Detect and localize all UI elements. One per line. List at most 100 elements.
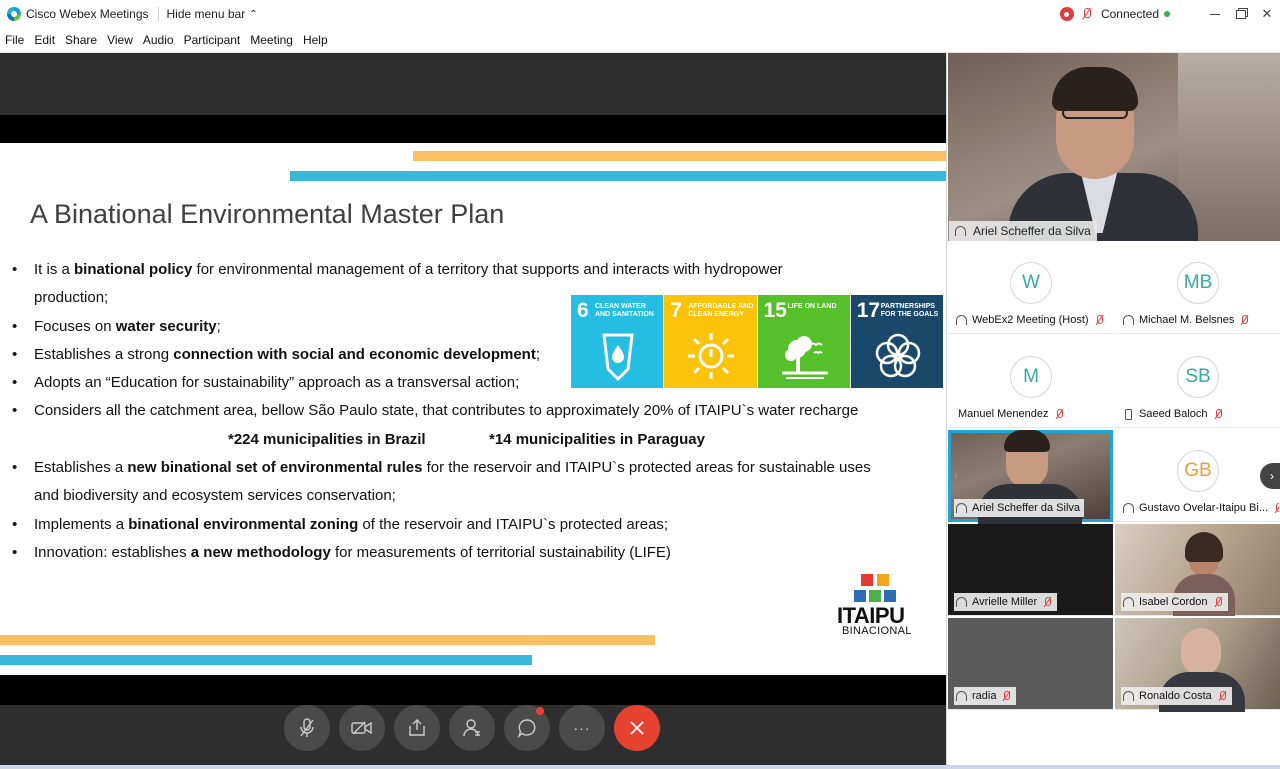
menu-view[interactable]: View xyxy=(107,33,133,47)
participant-tile[interactable]: W WebEx2 Meeting (Host) xyxy=(948,242,1113,334)
slide-title: A Binational Environmental Master Plan xyxy=(30,199,505,229)
participant-tile[interactable]: Isabel Cordon xyxy=(1115,524,1280,616)
title-bar: Cisco Webex Meetings Hide menu bar ⌃ Con… xyxy=(0,0,1280,28)
headset-icon xyxy=(956,315,967,325)
end-meeting-button[interactable] xyxy=(614,705,660,751)
water-glass-icon xyxy=(602,333,634,381)
recording-icon[interactable] xyxy=(1059,7,1074,21)
share-screen-icon xyxy=(409,719,425,736)
participant-name: Ariel Scheffer da Silva xyxy=(954,499,1085,517)
slide-decor-orange-top xyxy=(413,151,946,161)
headset-icon xyxy=(956,597,967,607)
participant-tile[interactable]: Avrielle Miller xyxy=(948,524,1113,616)
avatar: W xyxy=(1010,262,1052,304)
webex-logo-icon xyxy=(7,7,21,21)
participant-hair xyxy=(1185,532,1223,562)
menu-edit[interactable]: Edit xyxy=(34,33,55,47)
bullet-item: It is a binational policy for environmen… xyxy=(12,256,932,285)
close-button[interactable]: ✕ xyxy=(1254,0,1280,28)
participant-tile[interactable]: M Manuel Menendez xyxy=(948,336,1113,428)
sdg-17-label: PARTNERSHIPS FOR THE GOALS xyxy=(880,303,939,318)
participant-name: Avrielle Miller xyxy=(954,593,1058,611)
municipalities-brazil: *224 municipalities in Brazil xyxy=(228,431,426,448)
sdg-7-number: 7 xyxy=(670,299,682,322)
participants-button[interactable] xyxy=(449,705,495,751)
hide-menu-bar-label: Hide menu bar xyxy=(166,7,246,21)
participant-video-panel: Ariel Scheffer da Silva W WebEx2 Meeting… xyxy=(946,53,1280,769)
title-bar-right: Connected ✕ xyxy=(1059,0,1280,28)
muted-microphone-icon xyxy=(1043,596,1053,608)
muted-microphone-icon xyxy=(1214,596,1224,608)
meeting-controls: ··· xyxy=(284,705,660,751)
more-options-button[interactable]: ··· xyxy=(559,705,605,751)
more-options-icon: ··· xyxy=(573,720,591,736)
menu-audio[interactable]: Audio xyxy=(143,33,174,47)
maximize-button[interactable] xyxy=(1228,0,1254,28)
speaker-hair xyxy=(1052,67,1138,111)
share-button[interactable] xyxy=(394,705,440,751)
sdg-6-number: 6 xyxy=(577,299,589,322)
participant-tile[interactable]: Ronaldo Costa xyxy=(1115,618,1280,712)
muted-microphone-icon[interactable] xyxy=(1081,7,1093,21)
mute-button[interactable] xyxy=(284,705,330,751)
menu-help[interactable]: Help xyxy=(303,33,328,47)
video-camera-icon xyxy=(351,721,372,735)
muted-microphone-icon xyxy=(1214,408,1224,420)
headset-icon xyxy=(1123,691,1134,701)
avatar: MB xyxy=(1177,262,1219,304)
close-x-icon xyxy=(630,721,644,735)
participant-head xyxy=(1181,628,1221,676)
menu-meeting[interactable]: Meeting xyxy=(250,33,293,47)
sdg-17-number: 17 xyxy=(856,299,881,322)
bullet-item: Innovation: establishes a new methodolog… xyxy=(12,539,932,568)
active-speaker-video[interactable]: Ariel Scheffer da Silva xyxy=(948,53,1280,241)
menu-bar: File Edit Share View Audio Participant M… xyxy=(0,28,1280,53)
participant-hair xyxy=(1004,430,1050,452)
menu-participant[interactable]: Participant xyxy=(184,33,241,47)
minimize-button[interactable] xyxy=(1202,0,1228,28)
participant-name: radia xyxy=(954,687,1017,705)
avatar: GB xyxy=(1177,450,1219,492)
chevron-left-icon[interactable]: ‹ xyxy=(954,470,957,481)
headset-icon xyxy=(1123,315,1134,325)
sdg-17-tile: 17 PARTNERSHIPS FOR THE GOALS xyxy=(850,295,943,388)
chat-button[interactable] xyxy=(504,705,550,751)
itaipu-logo-subtitle: BINACIONAL xyxy=(842,625,912,637)
participant-name: Saeed Baloch xyxy=(1121,405,1224,423)
sun-power-icon xyxy=(688,333,735,379)
connection-status[interactable]: Connected xyxy=(1101,7,1159,21)
chevron-up-icon: ⌃ xyxy=(249,8,258,20)
muted-microphone-icon xyxy=(1002,690,1012,702)
headset-icon xyxy=(956,503,967,513)
share-letterbox-top xyxy=(0,115,946,143)
active-speaker-label: Ariel Scheffer da Silva xyxy=(973,224,1091,238)
shared-content-area[interactable]: A Binational Environmental Master Plan I… xyxy=(0,53,946,769)
participant-tile[interactable]: GB Gustavo Ovelar-Itaipu Bi... xyxy=(1115,430,1280,522)
participant-name: Isabel Cordon xyxy=(1121,593,1228,611)
participant-name: Michael M. Belsnes xyxy=(1121,311,1250,329)
tree-birds-icon xyxy=(781,336,828,379)
menu-share[interactable]: Share xyxy=(65,33,97,47)
bullet-item-continuation: and biodiversity and ecosystem services … xyxy=(34,487,396,505)
slide-decor-orange-bottom xyxy=(0,635,655,645)
muted-microphone-icon xyxy=(1240,314,1250,326)
sdg-7-tile: 7 AFFORDABLE AND CLEAN ENERGY xyxy=(664,295,757,388)
video-button[interactable] xyxy=(339,705,385,751)
muted-microphone-icon xyxy=(1218,690,1228,702)
participant-name: Gustavo Ovelar-Itaipu Bi... xyxy=(1121,499,1279,517)
active-speaker-name: Ariel Scheffer da Silva xyxy=(949,221,1097,241)
participant-tile[interactable]: radia xyxy=(948,618,1113,710)
participant-tile-selected[interactable]: ‹ Ariel Scheffer da Silva xyxy=(948,430,1113,524)
slide-decor-blue-bottom xyxy=(0,655,532,665)
avatar: M xyxy=(1010,356,1052,398)
microphone-muted-icon xyxy=(300,718,314,737)
hide-menu-bar-button[interactable]: Hide menu bar ⌃ xyxy=(167,7,258,21)
chevron-right-icon[interactable]: › xyxy=(1260,463,1280,489)
sdg-15-label: LIFE ON LAND xyxy=(787,303,837,310)
participant-tile[interactable]: MB Michael M. Belsnes xyxy=(1115,242,1280,334)
phone-icon xyxy=(1125,409,1132,420)
app-title: Cisco Webex Meetings xyxy=(26,7,149,21)
menu-file[interactable]: File xyxy=(5,33,24,47)
sdg-6-label: CLEAN WATER AND SANITATION xyxy=(595,303,654,318)
participant-tile[interactable]: SB Saeed Baloch xyxy=(1115,336,1280,428)
